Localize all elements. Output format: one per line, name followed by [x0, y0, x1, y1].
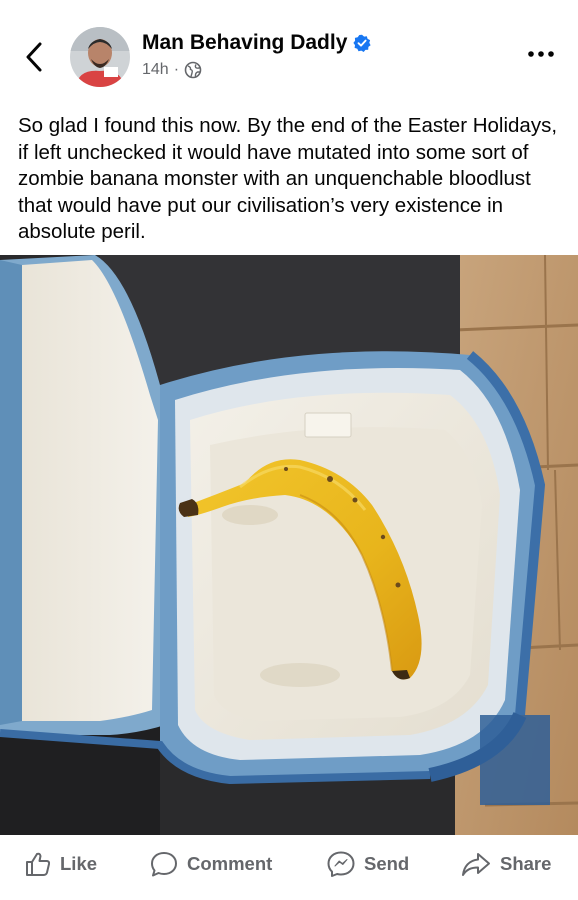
chevron-left-icon[interactable] — [18, 38, 52, 76]
send-button[interactable]: Send — [326, 838, 409, 890]
send-label: Send — [364, 853, 410, 874]
post-text: So glad I found this now. By the end of … — [18, 114, 558, 243]
comment-label: Comment — [187, 853, 273, 874]
post-time[interactable]: 14h — [142, 61, 169, 79]
messenger-icon — [327, 851, 355, 877]
more-dots-icon[interactable] — [526, 47, 556, 61]
share-button[interactable]: Share — [460, 838, 551, 890]
like-button[interactable]: Like — [24, 838, 97, 890]
post-header: Man Behaving Dadly 14h · — [0, 0, 578, 100]
like-label: Like — [60, 853, 98, 874]
globe-icon — [184, 61, 202, 79]
author-name[interactable]: Man Behaving Dadly — [142, 31, 347, 55]
meta-separator: · — [173, 61, 180, 78]
verified-badge-icon — [353, 34, 371, 52]
comment-bubble-icon — [151, 852, 177, 877]
thumbs-up-icon — [26, 852, 51, 876]
share-label: Share — [500, 853, 552, 874]
comment-button[interactable]: Comment — [149, 838, 272, 890]
share-arrow-icon — [462, 853, 490, 876]
post-photo[interactable] — [0, 255, 578, 835]
post-meta: 14h · — [142, 61, 202, 79]
avatar[interactable] — [70, 27, 130, 87]
author-row: Man Behaving Dadly — [142, 31, 371, 55]
action-bar: Like Comment Send Share — [0, 838, 578, 890]
